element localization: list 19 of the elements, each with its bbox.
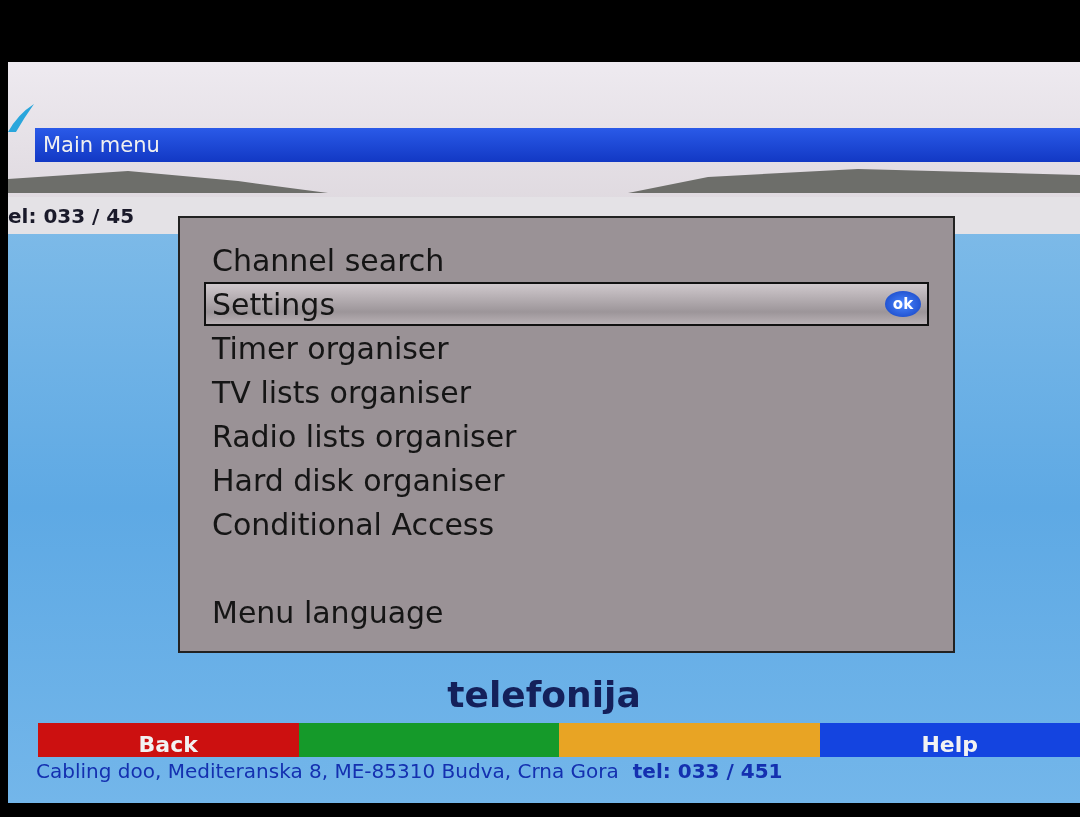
menu-item[interactable]: Channel search — [204, 238, 929, 282]
menu-item[interactable]: Hard disk organiser — [204, 458, 929, 502]
color-key-button[interactable] — [298, 723, 559, 757]
slogan: telefonija — [447, 674, 641, 715]
logo-swoosh-icon — [8, 102, 34, 132]
menu-title: Main menu — [43, 133, 160, 157]
menu-item[interactable]: Timer organiser — [204, 326, 929, 370]
ok-badge: ok — [885, 291, 921, 317]
menu-item[interactable]: Menu language — [204, 590, 929, 634]
menu-item[interactable]: TV lists organiser — [204, 370, 929, 414]
menu-item[interactable]: Conditional Access — [204, 502, 929, 546]
phone-number: el: 033 / 45 — [8, 203, 135, 228]
color-key-button[interactable]: Back — [38, 723, 299, 757]
footer-phone: tel: 033 / 451 — [632, 759, 783, 785]
menu-item[interactable]: Settings ok — [204, 282, 929, 326]
footer-address: Cabling doo, Mediteranska 8, ME-85310 Budva, Crna Gora — [36, 759, 619, 785]
menu-item[interactable]: Radio lists organiser — [204, 414, 929, 458]
color-key-button[interactable]: Help — [819, 723, 1080, 757]
color-key-button[interactable] — [559, 723, 820, 757]
